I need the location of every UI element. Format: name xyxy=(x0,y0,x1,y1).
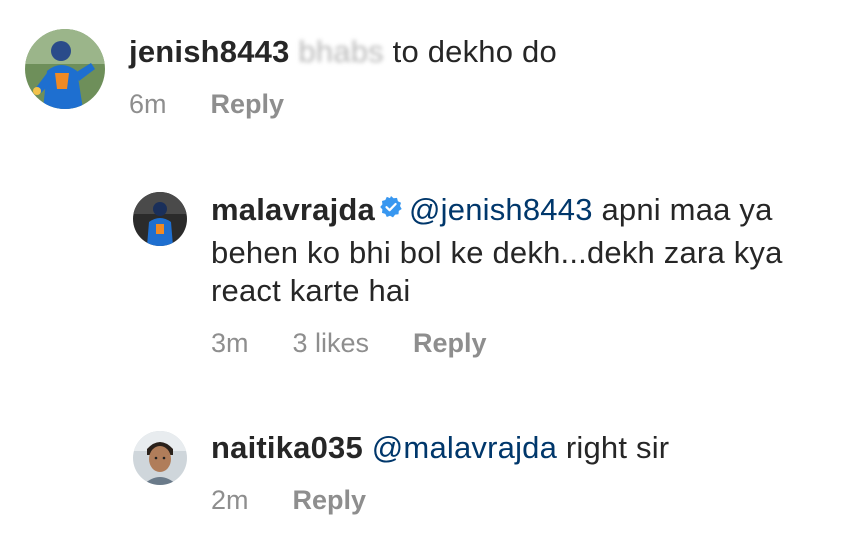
mention-link[interactable]: @jenish8443 xyxy=(409,192,593,227)
reply-button[interactable]: Reply xyxy=(211,89,285,120)
comment-text: malavrajda @jenish8443 apni maa ya behen … xyxy=(211,190,831,310)
avatar-jenish8443[interactable] xyxy=(25,29,105,109)
comment-jenish8443: jenish8443 bhabs to dekho do 6m Reply xyxy=(25,29,557,120)
comment-meta: 3m 3 likes Reply xyxy=(211,328,831,359)
comment-meta: 6m Reply xyxy=(129,89,557,120)
avatar-naitika035[interactable] xyxy=(133,431,187,485)
likes-count[interactable]: 3 likes xyxy=(293,328,370,359)
comment-username[interactable]: malavrajda xyxy=(211,192,375,227)
comment-time: 2m xyxy=(211,485,249,515)
comment-body: to dekho do xyxy=(383,34,557,69)
cricketer-avatar-icon xyxy=(133,192,187,246)
comment-body: right sir xyxy=(557,430,670,465)
reply-button[interactable]: Reply xyxy=(413,328,487,359)
comment-malavrajda: malavrajda @jenish8443 apni maa ya behen … xyxy=(133,190,831,359)
comment-username[interactable]: naitika035 xyxy=(211,430,363,465)
comment-time: 3m xyxy=(211,328,249,358)
comment-text: naitika035 @malavrajda right sir xyxy=(211,429,669,467)
mention-link[interactable]: @malavrajda xyxy=(372,430,557,465)
person-avatar-icon xyxy=(133,431,187,485)
cricketer-avatar-icon xyxy=(25,29,105,109)
comment-naitika035: naitika035 @malavrajda right sir 2m Repl… xyxy=(133,429,669,516)
comment-username[interactable]: jenish8443 xyxy=(129,34,290,69)
reply-button[interactable]: Reply xyxy=(293,485,367,516)
comment-meta: 2m Reply xyxy=(211,485,669,516)
avatar-malavrajda[interactable] xyxy=(133,192,187,246)
comment-time: 6m xyxy=(129,89,167,119)
blurred-word: bhabs xyxy=(298,34,384,69)
verified-badge-icon xyxy=(379,190,403,228)
comment-text: jenish8443 bhabs to dekho do xyxy=(129,33,557,71)
